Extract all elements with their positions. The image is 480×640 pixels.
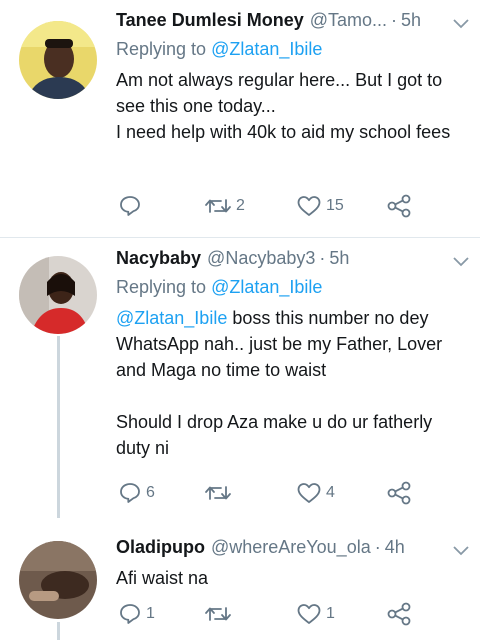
user-handle[interactable]: @Tamo... [310,10,387,31]
replying-to-label: Replying to [116,39,212,59]
tweet-header: Oladipupo @whereAreYou_ola · 4h [116,537,470,561]
tweet-header: Nacybaby @Nacybaby3 · 5h [116,248,470,272]
avatar-image [19,541,97,619]
tweet-actions: 1 1 [116,599,426,629]
replying-to-label: Replying to [116,277,212,297]
display-name[interactable]: Tanee Dumlesi Money [116,10,304,31]
like-button[interactable]: 4 [296,478,335,508]
like-button[interactable]: 15 [296,191,344,221]
chevron-down-icon[interactable] [452,544,470,558]
tweet[interactable]: Tanee Dumlesi Money @Tamo... · 5h Replyi… [0,0,480,237]
reply-count: 1 [146,605,155,622]
heart-icon [297,196,321,216]
separator-dot: · [374,537,381,557]
timestamp[interactable]: 4h [385,537,405,558]
reply-icon [120,483,140,503]
like-count: 4 [326,484,335,501]
like-count: 1 [326,605,335,622]
share-button[interactable] [386,191,412,221]
tweet-text-line: I need help with 40k to aid my school fe… [116,122,451,142]
reply-button[interactable] [118,191,146,221]
display-name[interactable]: Oladipupo [116,537,205,558]
avatar[interactable] [19,21,97,99]
reply-icon [120,604,140,624]
replying-to-mention[interactable]: @Zlatan_Ibile [211,39,322,59]
reply-count: 6 [146,484,155,501]
timestamp[interactable]: 5h [401,10,421,31]
tweet-text-line: Am not always regular here... But I got … [116,70,443,116]
tweet-text-paragraph: @Zlatan_Ibile boss this number no dey Wh… [116,305,470,383]
share-icon [387,602,411,626]
replying-to: Replying to @Zlatan_Ibile [116,39,470,63]
retweet-icon [205,199,231,213]
avatar[interactable] [19,541,97,619]
tweet-actions: 2 15 [116,191,426,221]
retweet-count: 2 [236,197,245,214]
tweet-text-line: Should I drop Aza make u do ur fatherly … [116,412,433,458]
replying-to-mention[interactable]: @Zlatan_Ibile [211,277,322,297]
retweet-button[interactable] [204,599,236,629]
user-handle[interactable]: @whereAreYou_ola [211,537,371,558]
like-button[interactable]: 1 [296,599,335,629]
body-mention[interactable]: @Zlatan_Ibile [116,308,227,328]
share-icon [387,194,411,218]
retweet-icon [205,607,231,621]
timestamp[interactable]: 5h [329,248,349,269]
heart-icon [297,604,321,624]
retweet-button[interactable] [204,478,236,508]
tweet-text: Am not always regular here... But I got … [116,67,470,145]
retweet-icon [205,486,231,500]
tweet[interactable]: Oladipupo @whereAreYou_ola · 4h Afi wais… [0,527,480,640]
like-count: 15 [326,197,344,214]
tweet[interactable]: Nacybaby @Nacybaby3 · 5h Replying to @Zl… [0,238,480,526]
separator-dot: · [319,248,326,268]
reply-button[interactable]: 6 [118,478,155,508]
chevron-down-icon[interactable] [452,17,470,31]
display-name[interactable]: Nacybaby [116,248,201,269]
reply-button[interactable]: 1 [118,599,155,629]
reply-icon [120,196,140,216]
tweet-header: Tanee Dumlesi Money @Tamo... · 5h [116,10,470,34]
share-button[interactable] [386,599,412,629]
avatar-image [19,256,97,334]
separator-dot: · [391,10,398,30]
avatar[interactable] [19,256,97,334]
chevron-down-icon[interactable] [452,255,470,269]
avatar-image [19,21,97,99]
share-button[interactable] [386,478,412,508]
user-handle[interactable]: @Nacybaby3 [207,248,315,269]
tweet-text-line: Afi waist na [116,568,209,588]
tweet-actions: 6 4 [116,478,426,508]
heart-icon [297,483,321,503]
share-icon [387,481,411,505]
tweet-text: Afi waist na [116,565,470,591]
retweet-button[interactable]: 2 [204,191,245,221]
tweet-text: @Zlatan_Ibile boss this number no dey Wh… [116,305,470,461]
replying-to: Replying to @Zlatan_Ibile [116,277,470,301]
